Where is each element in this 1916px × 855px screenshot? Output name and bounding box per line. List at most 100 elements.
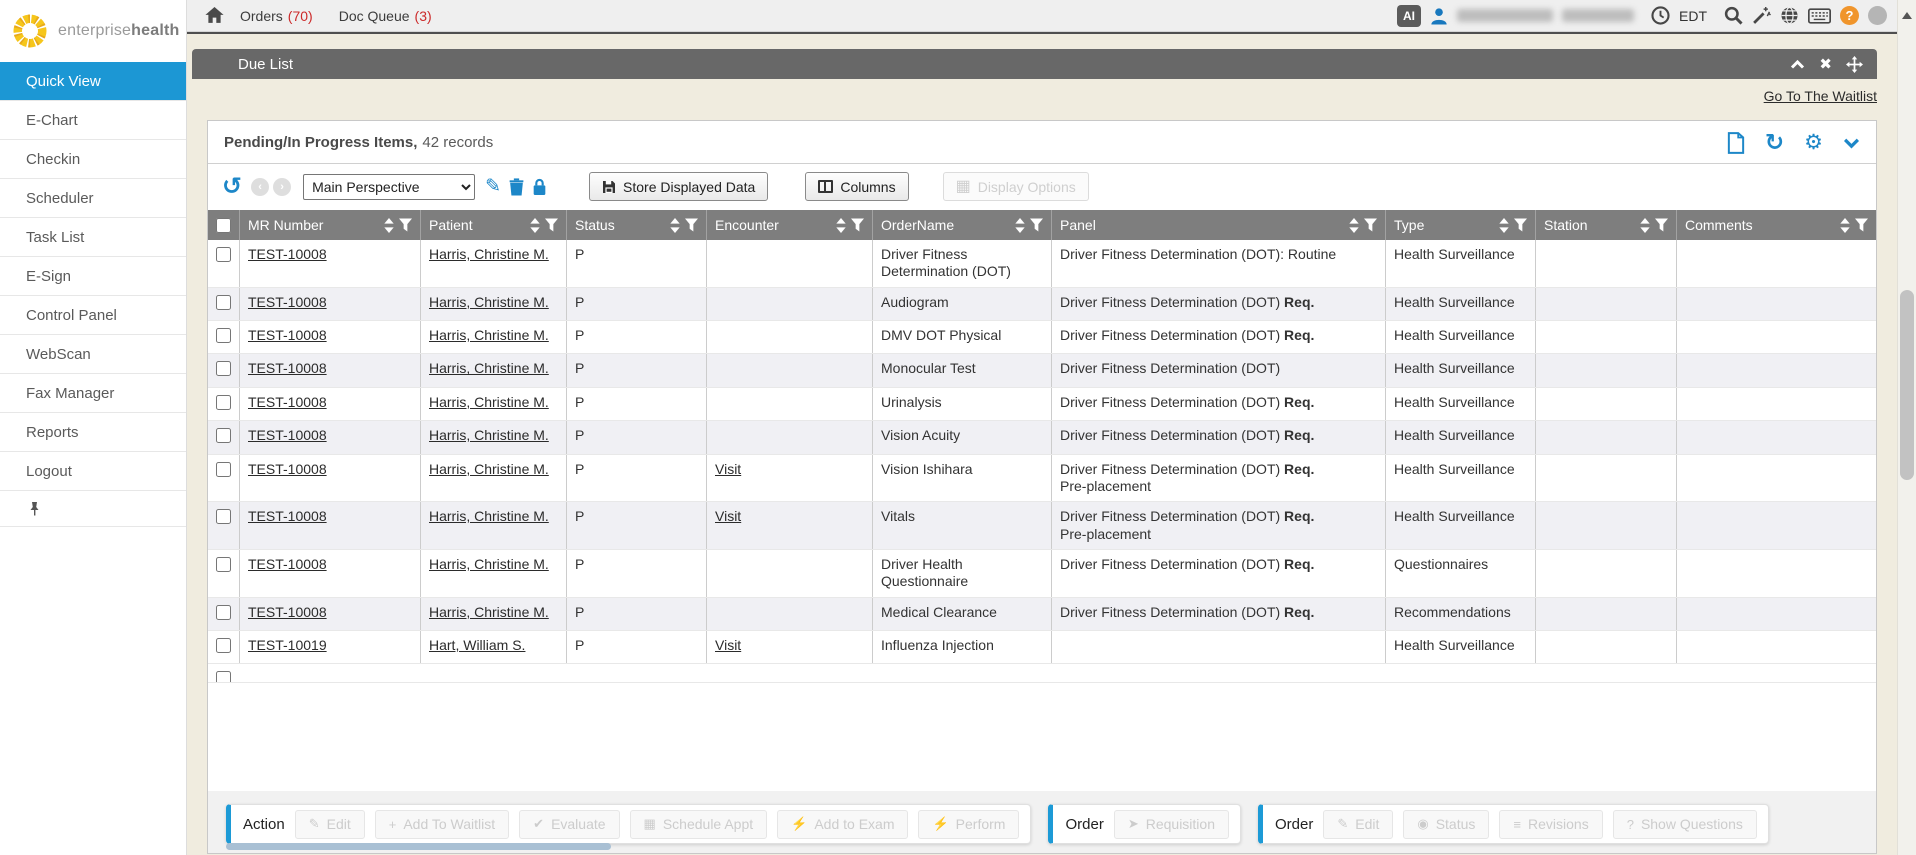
mr-number-link[interactable]: TEST-10008 <box>248 461 327 477</box>
patient-link[interactable]: Harris, Christine M. <box>429 556 549 572</box>
undo-icon[interactable]: ↺ <box>222 175 242 199</box>
row-checkbox[interactable] <box>216 295 231 310</box>
column-header-mr-number[interactable]: MR Number <box>240 210 421 240</box>
mr-number-link[interactable]: TEST-10008 <box>248 327 327 343</box>
clock-icon[interactable] <box>1651 6 1670 25</box>
edit-button[interactable]: ✎Edit <box>1323 810 1393 839</box>
pencil-icon[interactable]: ✎ <box>485 177 501 196</box>
sort-icon[interactable] <box>1349 218 1359 233</box>
column-header-comments[interactable]: Comments <box>1677 210 1876 240</box>
filter-icon[interactable] <box>545 218 558 232</box>
refresh-icon[interactable]: ↻ <box>1765 131 1784 154</box>
row-checkbox[interactable] <box>216 557 231 572</box>
add-to-waitlist-button[interactable]: +Add To Waitlist <box>375 810 509 839</box>
move-icon[interactable] <box>1846 56 1863 73</box>
filter-icon[interactable] <box>1855 218 1868 232</box>
page-scrollbar[interactable] <box>1897 0 1916 855</box>
display-options-button[interactable]: ▦ Display Options <box>943 172 1089 201</box>
filter-icon[interactable] <box>1030 218 1043 232</box>
filter-icon[interactable] <box>851 218 864 232</box>
patient-link[interactable]: Harris, Christine M. <box>429 604 549 620</box>
evaluate-button[interactable]: ✔Evaluate <box>519 810 619 839</box>
sort-icon[interactable] <box>670 218 680 233</box>
column-header-ordername[interactable]: OrderName <box>873 210 1052 240</box>
perform-button[interactable]: ⚡Perform <box>918 810 1019 839</box>
row-checkbox[interactable] <box>216 395 231 410</box>
patient-link[interactable]: Harris, Christine M. <box>429 360 549 376</box>
scrollbar-thumb[interactable] <box>1900 290 1914 480</box>
column-header-panel[interactable]: Panel <box>1052 210 1386 240</box>
horizontal-scrollbar[interactable] <box>226 843 611 850</box>
perspective-select[interactable]: Main Perspective <box>303 174 475 200</box>
patient-link[interactable]: Harris, Christine M. <box>429 327 549 343</box>
sort-icon[interactable] <box>530 218 540 233</box>
nav-orders[interactable]: Orders(70) <box>240 8 313 24</box>
column-header-station[interactable]: Station <box>1536 210 1677 240</box>
duelist-header[interactable]: Due List ✖ <box>192 49 1877 79</box>
gear-icon[interactable]: ⚙ <box>1804 132 1823 153</box>
sidebar-pin-row[interactable] <box>0 491 186 527</box>
patient-link[interactable]: Harris, Christine M. <box>429 246 549 262</box>
scrollbar-up-arrow[interactable] <box>1902 12 1912 19</box>
sort-icon[interactable] <box>836 218 846 233</box>
sidebar-item-webscan[interactable]: WebScan <box>0 335 186 374</box>
row-checkbox[interactable] <box>216 605 231 620</box>
history-back-icon[interactable]: ‹ <box>251 178 269 196</box>
sidebar-item-reports[interactable]: Reports <box>0 413 186 452</box>
schedule-appt-button[interactable]: ▦Schedule Appt <box>630 810 768 839</box>
new-document-icon[interactable] <box>1727 132 1745 154</box>
filter-icon[interactable] <box>685 218 698 232</box>
edit-button[interactable]: ✎Edit <box>295 810 365 839</box>
magic-wand-icon[interactable] <box>1752 6 1771 25</box>
sort-icon[interactable] <box>1640 218 1650 233</box>
encounter-link[interactable]: Visit <box>715 461 741 477</box>
sidebar-item-control-panel[interactable]: Control Panel <box>0 296 186 335</box>
mr-number-link[interactable]: TEST-10008 <box>248 604 327 620</box>
go-to-waitlist-link[interactable]: Go To The Waitlist <box>1764 88 1877 104</box>
ai-badge[interactable]: AI <box>1397 5 1421 27</box>
row-checkbox[interactable] <box>216 428 231 443</box>
patient-link[interactable]: Harris, Christine M. <box>429 427 549 443</box>
add-to-exam-button[interactable]: ⚡Add to Exam <box>777 810 908 839</box>
mr-number-link[interactable]: TEST-10008 <box>248 246 327 262</box>
patient-link[interactable]: Hart, William S. <box>429 637 525 653</box>
mr-number-link[interactable]: TEST-10008 <box>248 508 327 524</box>
sort-icon[interactable] <box>1840 218 1850 233</box>
home-icon[interactable] <box>205 7 224 24</box>
keyboard-icon[interactable] <box>1808 8 1831 24</box>
filter-icon[interactable] <box>1655 218 1668 232</box>
column-header-encounter[interactable]: Encounter <box>707 210 873 240</box>
mr-number-link[interactable]: TEST-10008 <box>248 294 327 310</box>
help-icon[interactable]: ? <box>1840 6 1859 25</box>
patient-link[interactable]: Harris, Christine M. <box>429 461 549 477</box>
patient-link[interactable]: Harris, Christine M. <box>429 394 549 410</box>
sidebar-item-scheduler[interactable]: Scheduler <box>0 179 186 218</box>
sidebar-item-fax-manager[interactable]: Fax Manager <box>0 374 186 413</box>
columns-button[interactable]: Columns <box>805 172 908 201</box>
search-icon[interactable] <box>1724 6 1743 25</box>
row-checkbox[interactable] <box>216 638 231 653</box>
revisions-button[interactable]: ≡Revisions <box>1499 810 1602 839</box>
sidebar-item-e-sign[interactable]: E-Sign <box>0 257 186 296</box>
sidebar-item-checkin[interactable]: Checkin <box>0 140 186 179</box>
globe-icon[interactable] <box>1780 6 1799 25</box>
show-questions-button[interactable]: ?Show Questions <box>1613 810 1757 839</box>
history-forward-icon[interactable]: › <box>273 178 291 196</box>
avatar[interactable] <box>1868 6 1887 25</box>
trash-icon[interactable] <box>509 178 524 196</box>
user-icon[interactable] <box>1430 7 1448 25</box>
close-icon[interactable]: ✖ <box>1819 55 1832 73</box>
sidebar-item-e-chart[interactable]: E-Chart <box>0 101 186 140</box>
requisition-button[interactable]: ➤Requisition <box>1114 810 1229 839</box>
filter-icon[interactable] <box>1514 218 1527 232</box>
mr-number-link[interactable]: TEST-10008 <box>248 427 327 443</box>
mr-number-link[interactable]: TEST-10019 <box>248 637 327 653</box>
sort-icon[interactable] <box>384 218 394 233</box>
filter-icon[interactable] <box>399 218 412 232</box>
row-checkbox[interactable] <box>216 462 231 477</box>
store-displayed-data-button[interactable]: Store Displayed Data <box>589 172 768 201</box>
sort-icon[interactable] <box>1015 218 1025 233</box>
column-header-type[interactable]: Type <box>1386 210 1536 240</box>
sidebar-item-task-list[interactable]: Task List <box>0 218 186 257</box>
patient-link[interactable]: Harris, Christine M. <box>429 508 549 524</box>
